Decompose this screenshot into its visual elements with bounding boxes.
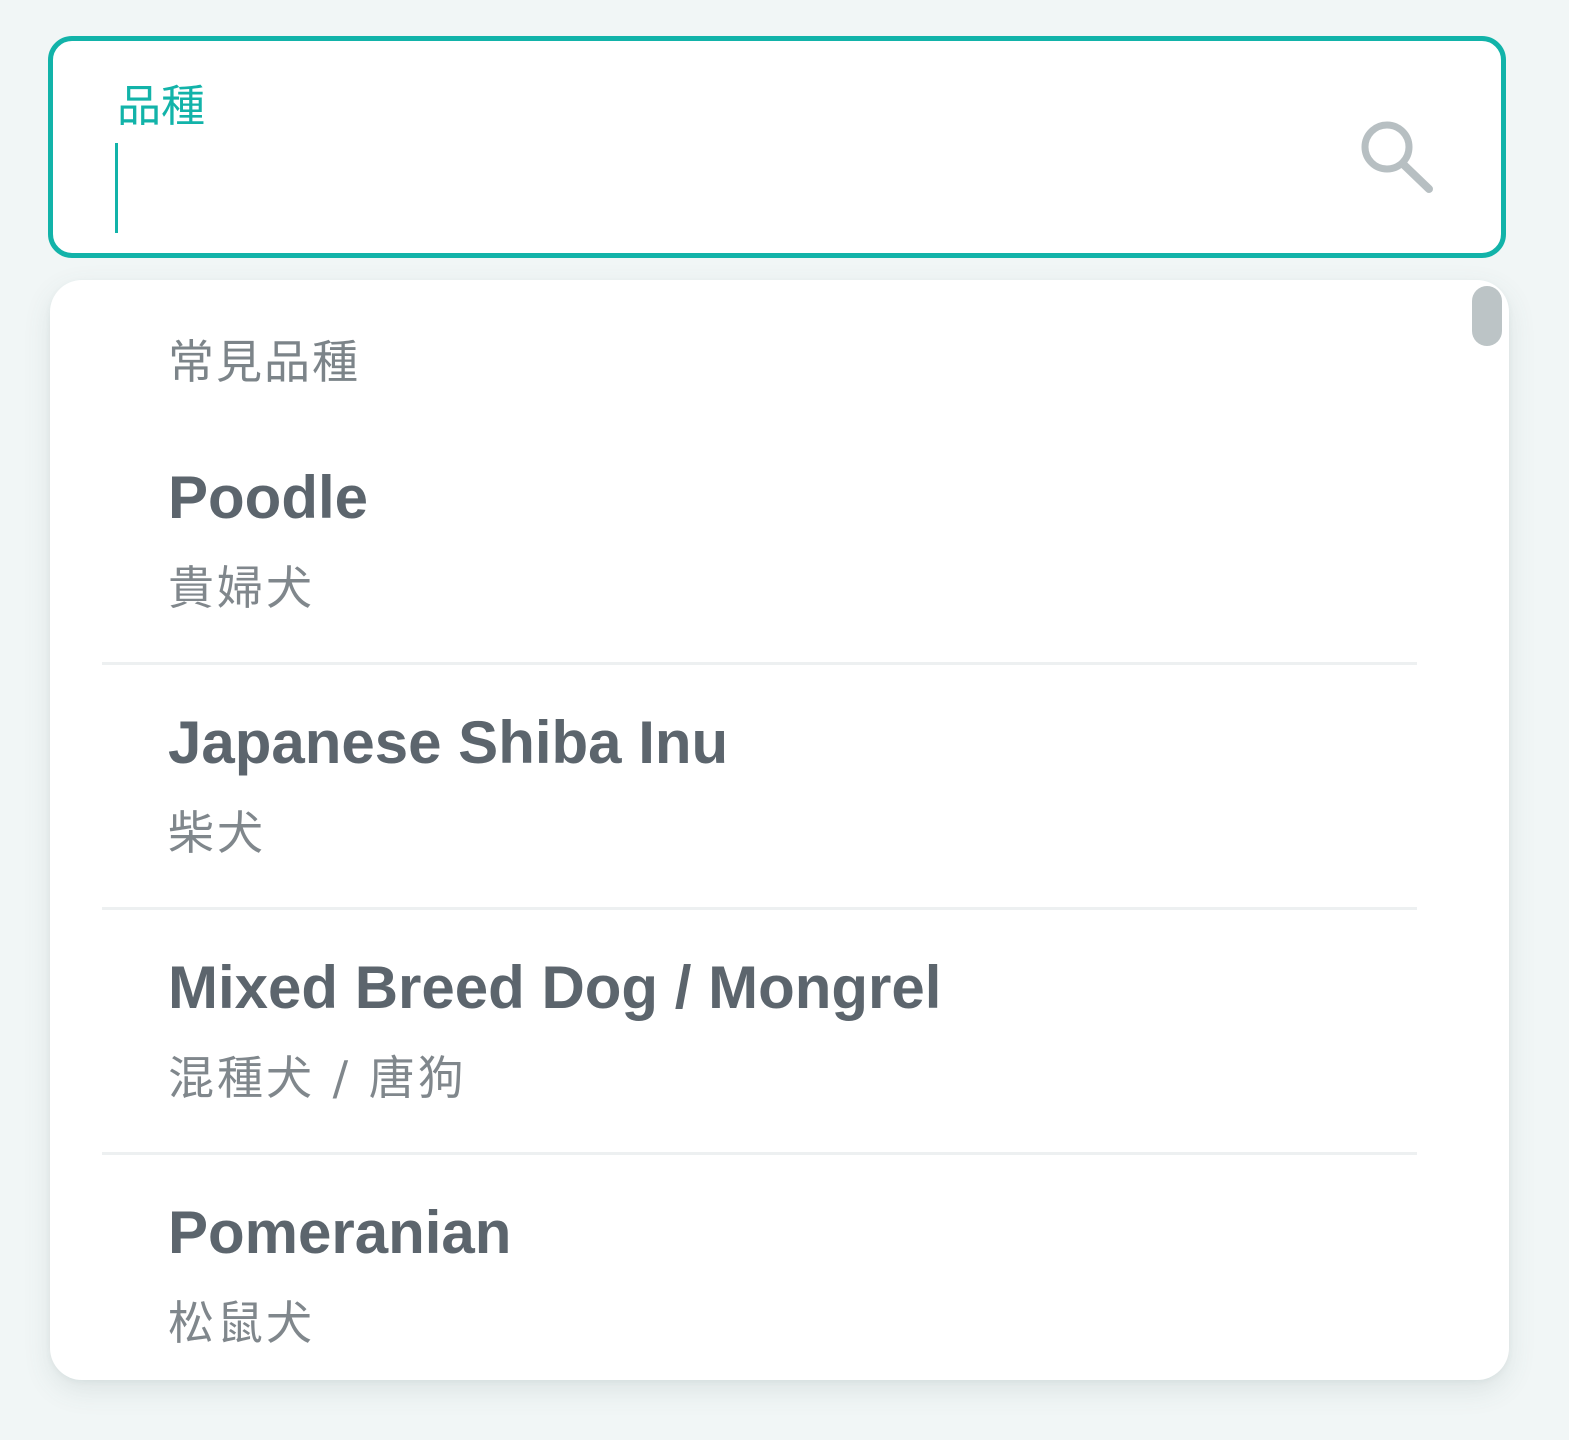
text-caret (115, 143, 118, 233)
search-icon[interactable] (1349, 107, 1445, 203)
section-heading-common-breeds: 常見品種 (168, 335, 360, 389)
breed-option-pomeranian[interactable]: Pomeranian 松鼠犬 (50, 1155, 1509, 1380)
breed-option-shiba-inu[interactable]: Japanese Shiba Inu 柴犬 (50, 665, 1509, 910)
breed-name-en: Japanese Shiba Inu (168, 709, 729, 776)
breed-name-zh: 混種犬 / 唐狗 (168, 1051, 467, 1105)
scrollbar-thumb[interactable] (1472, 286, 1502, 346)
breed-name-zh: 柴犬 (168, 806, 266, 860)
breed-name-en: Mixed Breed Dog / Mongrel (168, 954, 942, 1021)
breed-name-zh: 松鼠犬 (168, 1296, 315, 1350)
breed-option-poodle[interactable]: Poodle 貴婦犬 (50, 420, 1509, 665)
breed-dropdown: 常見品種 Poodle 貴婦犬 Japanese Shiba Inu 柴犬 Mi… (50, 280, 1509, 1380)
breed-search-field[interactable]: 品種 (48, 36, 1506, 258)
breed-name-zh: 貴婦犬 (168, 561, 315, 615)
breed-name-en: Poodle (168, 464, 369, 531)
breed-field-label: 品種 (117, 81, 205, 132)
breed-search-input[interactable] (115, 141, 1315, 233)
breed-list: Poodle 貴婦犬 Japanese Shiba Inu 柴犬 Mixed B… (50, 420, 1509, 1380)
breed-name-en: Pomeranian (168, 1199, 512, 1266)
breed-option-mixed-breed[interactable]: Mixed Breed Dog / Mongrel 混種犬 / 唐狗 (50, 910, 1509, 1155)
